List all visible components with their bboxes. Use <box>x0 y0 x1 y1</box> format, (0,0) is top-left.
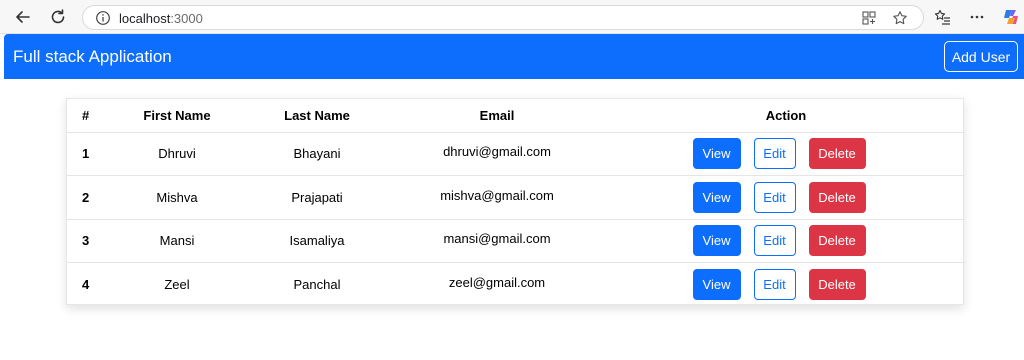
edit-button[interactable]: Edit <box>753 181 796 213</box>
edit-button[interactable]: Edit <box>753 269 796 300</box>
view-button[interactable]: View <box>692 138 741 170</box>
extensions-icon[interactable] <box>861 10 877 26</box>
favorites-list-icon[interactable] <box>934 8 952 26</box>
cell-email: mansi@gmail.com <box>387 218 607 263</box>
back-arrow-icon[interactable] <box>13 7 33 27</box>
header-number: # <box>82 107 90 123</box>
app-navbar: Full stack Application Add User <box>4 34 1024 79</box>
cell-last-name: Panchal <box>247 262 387 306</box>
table-row: 1 Dhruvi Bhayani dhruvi@gmail.com View E… <box>67 131 965 176</box>
cell-first-name: Zeel <box>107 262 247 306</box>
table-row: 4 Zeel Panchal zeel@gmail.com View Edit … <box>67 262 965 306</box>
view-button[interactable]: View <box>692 269 741 300</box>
info-icon[interactable] <box>95 10 111 26</box>
delete-button[interactable]: Delete <box>808 269 866 300</box>
cell-email: mishva@gmail.com <box>387 175 607 219</box>
brand-title[interactable]: Full stack Application <box>13 47 172 67</box>
header-first-name: First Name <box>143 107 211 123</box>
add-user-button[interactable]: Add User <box>944 41 1018 72</box>
cell-actions: View Edit Delete <box>607 131 965 176</box>
cell-id: 3 <box>67 218 107 263</box>
cell-id: 4 <box>67 262 107 306</box>
cell-first-name: Mishva <box>107 175 247 219</box>
cell-first-name: Dhruvi <box>107 131 247 176</box>
cell-last-name: Bhayani <box>247 131 387 176</box>
cell-actions: View Edit Delete <box>607 175 965 219</box>
table-header-row: # First Name Last Name Email Action <box>67 99 965 132</box>
header-action: Action <box>765 107 807 123</box>
cell-actions: View Edit Delete <box>607 262 965 306</box>
edit-button[interactable]: Edit <box>753 138 796 170</box>
cell-actions: View Edit Delete <box>607 218 965 263</box>
header-last-name: Last Name <box>284 107 350 123</box>
delete-button[interactable]: Delete <box>808 181 866 213</box>
table-row: 2 Mishva Prajapati mishva@gmail.com View… <box>67 175 965 219</box>
view-button[interactable]: View <box>692 225 741 257</box>
edit-button[interactable]: Edit <box>753 225 796 257</box>
view-button[interactable]: View <box>692 181 741 213</box>
cell-email: dhruvi@gmail.com <box>387 131 607 176</box>
cell-email: zeel@gmail.com <box>387 262 607 306</box>
delete-button[interactable]: Delete <box>808 225 866 257</box>
copilot-icon[interactable] <box>1002 8 1020 26</box>
cell-last-name: Prajapati <box>247 175 387 219</box>
cell-id: 1 <box>67 131 107 176</box>
cell-last-name: Isamaliya <box>247 218 387 263</box>
cell-first-name: Mansi <box>107 218 247 263</box>
delete-button[interactable]: Delete <box>808 138 866 170</box>
browser-toolbar: localhost:3000 <box>0 0 1024 34</box>
table-row: 3 Mansi Isamaliya mansi@gmail.com View E… <box>67 218 965 263</box>
users-table-card: # First Name Last Name Email Action 1 Dh… <box>66 98 965 306</box>
cell-id: 2 <box>67 175 107 219</box>
header-email: Email <box>479 107 515 123</box>
more-menu-icon[interactable] <box>968 8 986 26</box>
reload-icon[interactable] <box>48 7 68 27</box>
address-url: localhost:3000 <box>119 11 203 26</box>
favorite-star-icon[interactable] <box>892 10 908 26</box>
address-bar[interactable]: localhost:3000 <box>82 5 924 30</box>
users-table: # First Name Last Name Email Action 1 Dh… <box>67 99 965 306</box>
